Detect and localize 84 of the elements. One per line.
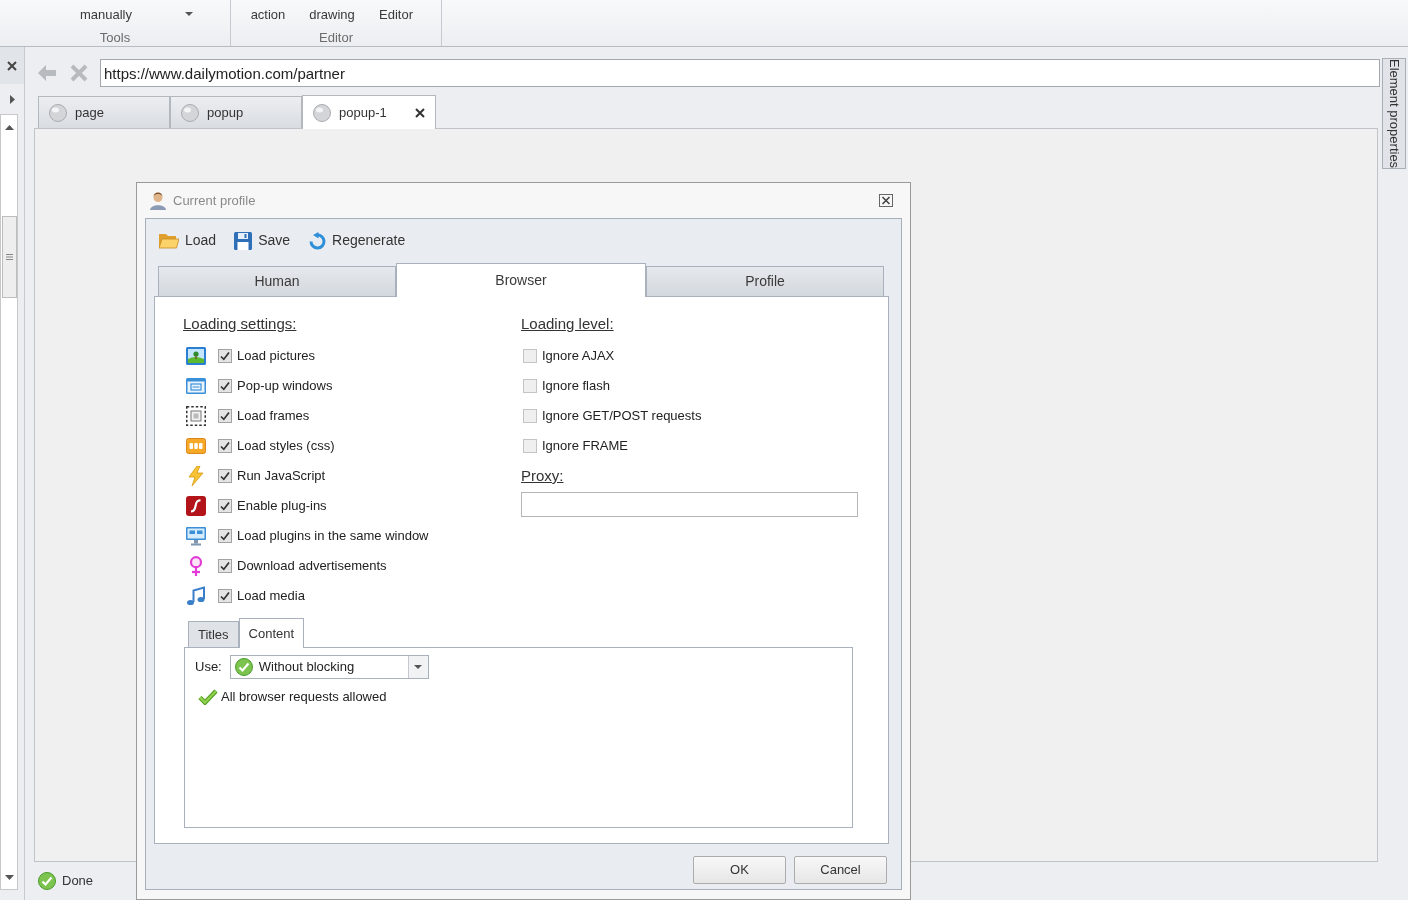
check-circle-icon xyxy=(38,872,56,890)
option-label[interactable]: Load styles (css) xyxy=(237,436,335,456)
toolbar-button[interactable]: Load xyxy=(159,230,217,251)
refresh-icon xyxy=(308,231,327,250)
checkbox[interactable] xyxy=(218,499,232,513)
checkbox[interactable] xyxy=(523,439,537,453)
option-label[interactable]: Pop-up windows xyxy=(237,376,333,396)
checkbox[interactable] xyxy=(523,349,537,363)
globe-icon xyxy=(313,103,331,122)
option-label[interactable]: Enable plug-ins xyxy=(237,496,327,516)
dialog-button[interactable]: OK xyxy=(693,856,786,884)
checkbox[interactable] xyxy=(218,349,232,363)
document-tab[interactable]: popup xyxy=(170,96,302,128)
dialog-tab[interactable]: Human xyxy=(158,266,396,296)
option-label[interactable]: Load media xyxy=(237,586,305,606)
status-message: All browser requests allowed xyxy=(221,688,387,706)
document-tab[interactable]: popup-1 xyxy=(302,95,436,129)
check-circle-icon xyxy=(234,658,253,676)
subtab[interactable]: Titles xyxy=(188,621,239,647)
checkbox[interactable] xyxy=(523,409,537,423)
option-label[interactable]: Load frames xyxy=(237,406,310,426)
ribbon-button[interactable]: manually xyxy=(80,7,132,22)
document-tab[interactable]: page xyxy=(38,96,170,128)
option-label[interactable]: Run JavaScript xyxy=(237,466,326,486)
caret-icon xyxy=(414,665,423,669)
grip-icon xyxy=(5,254,13,260)
option-label[interactable]: Load plugins in the same window xyxy=(237,526,429,546)
close-icon[interactable] xyxy=(415,107,425,118)
url-field[interactable]: https://www.dailymotion.com/partner xyxy=(100,59,1380,87)
option-label[interactable]: Ignore FRAME xyxy=(542,436,628,456)
section-heading: Proxy: xyxy=(521,466,564,486)
proxy-input[interactable] xyxy=(521,492,858,517)
side-panel-tab[interactable]: Element properties xyxy=(1382,58,1406,170)
option-label[interactable]: Ignore GET/POST requests xyxy=(542,406,702,426)
stylesheet-icon xyxy=(186,436,206,456)
close-icon[interactable] xyxy=(7,60,17,71)
checkbox[interactable] xyxy=(218,469,232,483)
window-icon xyxy=(186,376,206,396)
picture-icon xyxy=(186,346,206,366)
caret-icon[interactable] xyxy=(185,12,193,16)
ribbon-button[interactable]: drawing xyxy=(309,7,355,22)
close-icon[interactable] xyxy=(879,194,893,207)
frame-icon xyxy=(186,406,206,426)
section-heading: Loading level: xyxy=(521,314,614,334)
section-heading: Loading settings: xyxy=(183,314,297,334)
plugin-icon xyxy=(186,496,206,516)
field-label: Use: xyxy=(195,658,222,677)
dialog-button[interactable]: Cancel xyxy=(794,856,887,884)
arrow-down-icon[interactable] xyxy=(4,874,14,880)
ribbon-button[interactable]: Editor xyxy=(379,7,413,22)
checkbox[interactable] xyxy=(218,439,232,453)
subtab[interactable]: Content xyxy=(238,618,305,648)
user-icon xyxy=(149,191,167,210)
arrow-right-icon[interactable] xyxy=(9,94,15,104)
option-label[interactable]: Load pictures xyxy=(237,346,316,366)
status-text: Done xyxy=(62,872,94,891)
scroll-thumb[interactable] xyxy=(1,216,17,298)
dialog-tab[interactable]: Browser xyxy=(396,263,646,297)
option-label[interactable]: Ignore flash xyxy=(542,376,610,396)
vertical-scrollbar[interactable] xyxy=(0,114,18,890)
ribbon-button[interactable]: action xyxy=(250,7,286,22)
checkbox[interactable] xyxy=(218,379,232,393)
arrow-up-icon[interactable] xyxy=(4,124,14,130)
toolbar-button[interactable]: Save xyxy=(234,230,291,251)
checkbox[interactable] xyxy=(218,529,232,543)
checkbox[interactable] xyxy=(218,409,232,423)
folder-icon xyxy=(159,231,179,250)
monitor-icon xyxy=(186,526,206,546)
checkbox[interactable] xyxy=(523,379,537,393)
globe-icon xyxy=(49,103,67,122)
option-label[interactable]: Ignore AJAX xyxy=(542,346,615,366)
toolbar-button[interactable]: Regenerate xyxy=(308,230,406,251)
checkbox[interactable] xyxy=(218,559,232,573)
group-label: Editor xyxy=(319,30,353,45)
checkbox[interactable] xyxy=(218,589,232,603)
lightning-icon xyxy=(186,466,206,486)
dialog-title: Current profile xyxy=(173,191,256,210)
group-label: Tools xyxy=(99,30,131,45)
globe-icon xyxy=(181,103,199,122)
use-dropdown[interactable]: Without blocking xyxy=(229,655,429,679)
dialog-tab[interactable]: Profile xyxy=(646,266,884,296)
checkmark-icon xyxy=(198,688,218,706)
option-label[interactable]: Download advertisements xyxy=(237,556,387,576)
music-note-icon xyxy=(186,586,206,606)
